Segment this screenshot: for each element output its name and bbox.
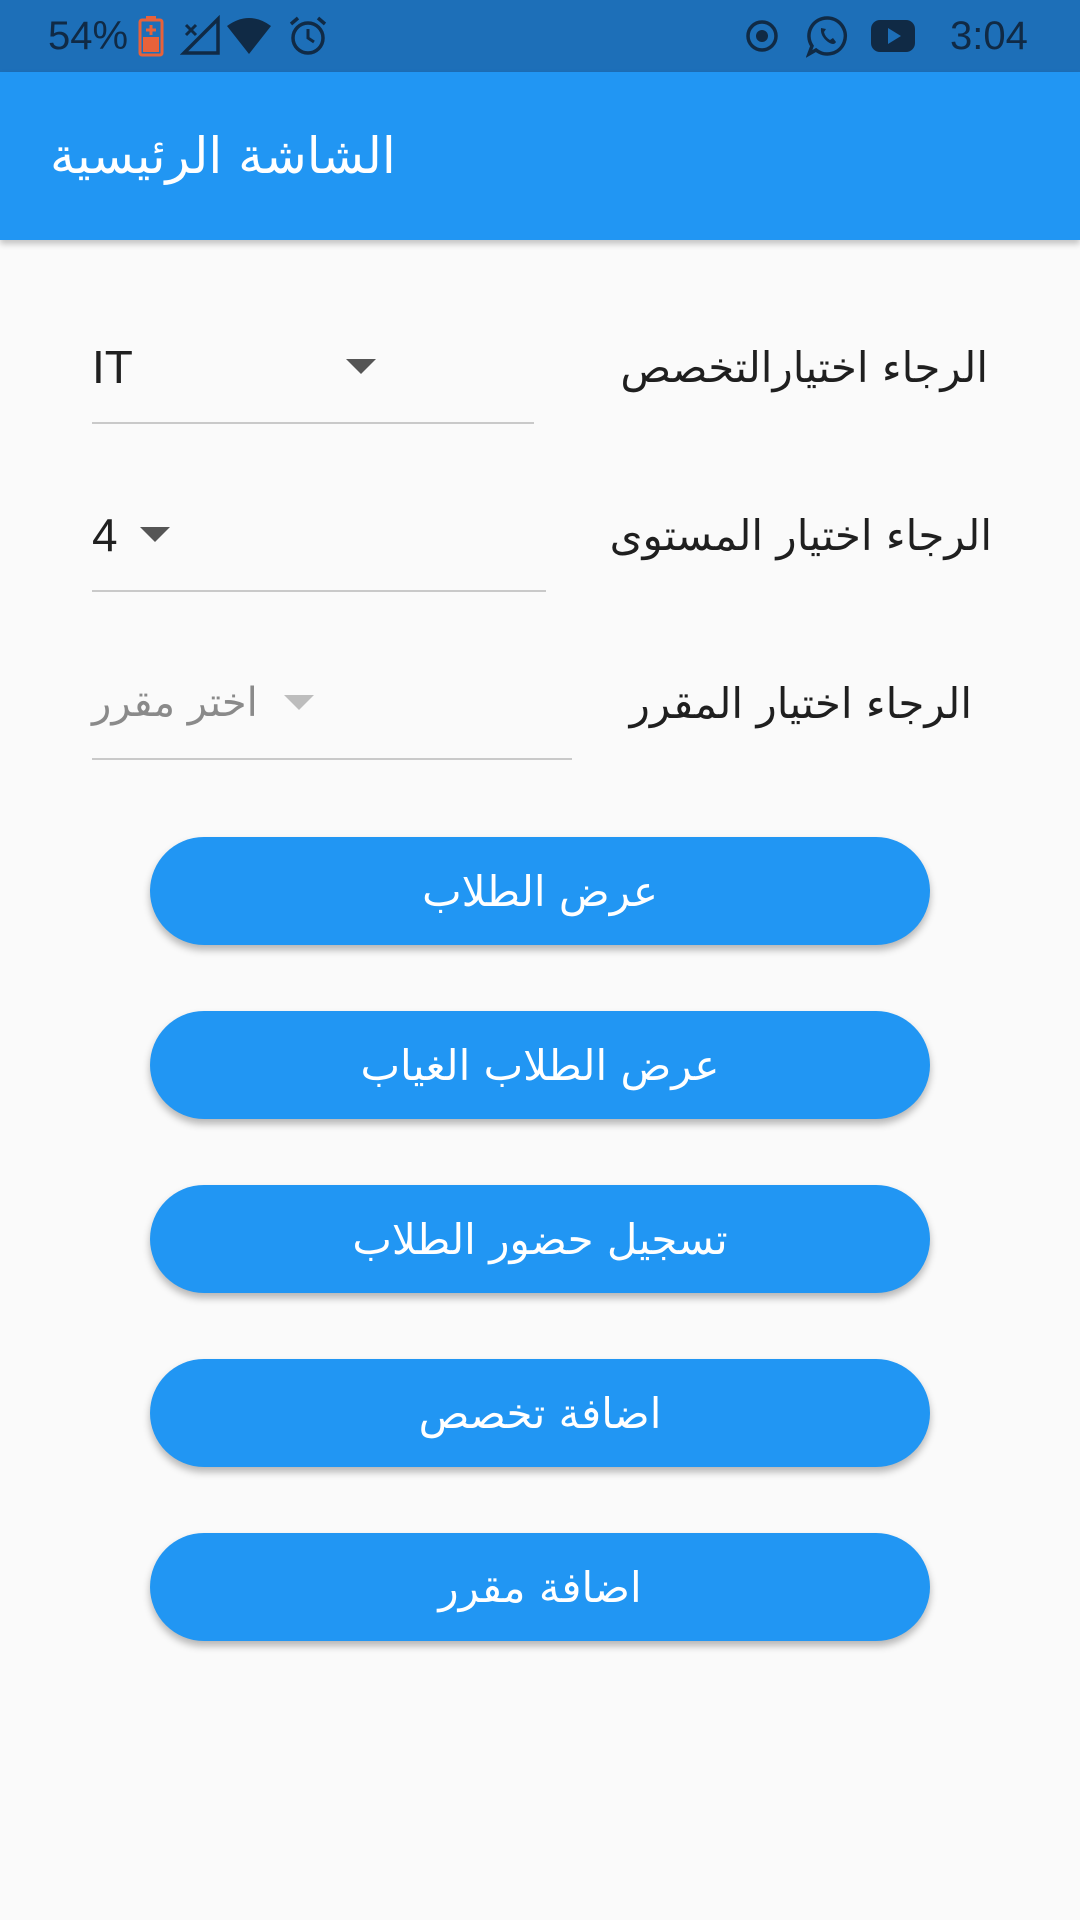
- dropdown-arrow-icon: [346, 312, 376, 422]
- view-students-button[interactable]: عرض الطلاب: [150, 837, 930, 945]
- level-label: الرجاء اختيار المستوى: [609, 510, 992, 560]
- specialization-selected-value: IT: [92, 341, 133, 393]
- dropdown-arrow-icon: [284, 648, 314, 758]
- record-icon: [744, 0, 780, 72]
- specialization-label: الرجاء اختيارالتخصص: [620, 342, 988, 392]
- record-attendance-button[interactable]: تسجيل حضور الطلاب: [150, 1185, 930, 1293]
- wifi-icon: [226, 0, 272, 72]
- battery-charging-icon: [138, 0, 164, 72]
- course-label: الرجاء اختيار المقرر: [629, 678, 972, 728]
- app-bar: الشاشة الرئيسية: [0, 72, 1080, 240]
- level-row: الرجاء اختيار المستوى 4: [0, 480, 1080, 592]
- specialization-row: الرجاء اختيارالتخصص IT: [0, 312, 1080, 424]
- page-title: الشاشة الرئيسية: [50, 127, 396, 185]
- course-row: الرجاء اختيار المقرر اختر مقرر: [0, 648, 1080, 760]
- level-selected-value: 4: [92, 509, 118, 561]
- clock: 3:04: [950, 13, 1028, 58]
- dropdown-arrow-icon: [140, 480, 170, 590]
- add-course-button[interactable]: اضافة مقرر: [150, 1533, 930, 1641]
- course-dropdown[interactable]: اختر مقرر: [92, 648, 572, 760]
- course-placeholder: اختر مقرر: [92, 680, 258, 726]
- whatsapp-icon: [806, 0, 850, 72]
- specialization-dropdown[interactable]: IT: [92, 312, 534, 424]
- view-absent-students-button[interactable]: عرض الطلاب الغياب: [150, 1011, 930, 1119]
- battery-percentage: 54%: [48, 13, 129, 58]
- youtube-icon: [870, 0, 916, 72]
- alarm-icon: [288, 0, 328, 72]
- level-dropdown[interactable]: 4: [92, 480, 546, 592]
- status-bar: 54% 3:04: [0, 0, 1080, 72]
- no-sim-icon: [180, 0, 222, 72]
- add-specialization-button[interactable]: اضافة تخصص: [150, 1359, 930, 1467]
